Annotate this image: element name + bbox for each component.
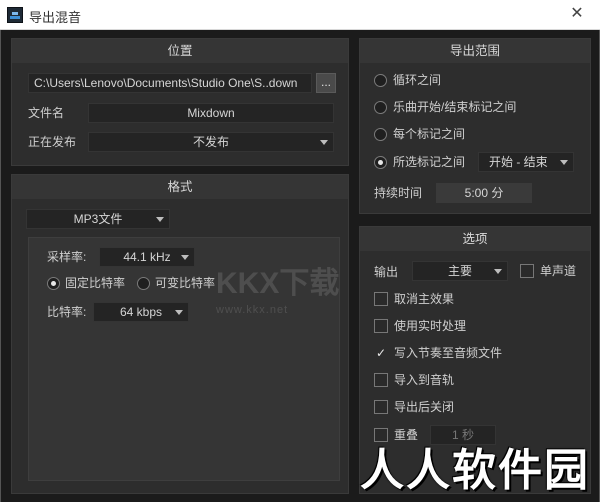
range-label-loop[interactable]: 循环之间 <box>393 72 441 88</box>
range-label-each-marker[interactable]: 每个标记之间 <box>393 126 465 142</box>
chevron-down-icon <box>494 269 502 274</box>
window-title: 导出混音 <box>29 10 82 25</box>
import-to-track-checkbox[interactable] <box>374 373 388 387</box>
path-field[interactable]: C:\Users\Lenovo\Documents\Studio One\S..… <box>28 73 312 93</box>
range-label-selected-markers[interactable]: 所选标记之间 <box>393 154 465 170</box>
fixed-bitrate-radio[interactable] <box>47 277 60 290</box>
chevron-down-icon <box>181 255 189 260</box>
browse-button[interactable]: ... <box>316 73 336 93</box>
mono-checkbox[interactable] <box>520 264 534 278</box>
overlap-input[interactable]: 1 秒 <box>430 425 496 445</box>
chevron-down-icon <box>560 160 568 165</box>
location-panel: 位置 C:\Users\Lenovo\Documents\Studio One\… <box>11 38 349 166</box>
location-header: 位置 <box>12 39 348 63</box>
write-tempo-checkbox[interactable]: ✓ <box>374 346 388 360</box>
options-panel: 选项 输出 主要 单声道 取消主效果 使用实时处理 ✓ 写入节奏至音频文件 导入… <box>359 226 591 494</box>
sample-rate-label: 采样率: <box>47 250 87 264</box>
range-radio-each-marker[interactable] <box>374 128 387 141</box>
marker-range-dropdown[interactable]: 开始 - 结束 <box>478 152 574 172</box>
duration-label: 持续时间 <box>374 186 423 200</box>
import-to-track-label[interactable]: 导入到音轨 <box>394 372 454 388</box>
format-type-dropdown[interactable]: MP3文件 <box>26 209 170 229</box>
bitrate-value: 64 kbps <box>119 305 163 319</box>
realtime-processing-checkbox[interactable] <box>374 319 388 333</box>
mono-label[interactable]: 单声道 <box>540 263 576 279</box>
chevron-down-icon <box>320 140 328 145</box>
disable-master-fx-checkbox[interactable] <box>374 292 388 306</box>
sample-rate-value: 44.1 kHz <box>123 250 171 264</box>
range-label-song[interactable]: 乐曲开始/结束标记之间 <box>393 99 516 115</box>
publish-value: 不发布 <box>192 135 229 149</box>
options-header: 选项 <box>360 227 590 251</box>
export-range-panel: 导出范围 循环之间 乐曲开始/结束标记之间 每个标记之间 所选标记之间 开始 -… <box>359 38 591 214</box>
close-after-export-label[interactable]: 导出后关闭 <box>394 399 454 415</box>
publish-dropdown[interactable]: 不发布 <box>88 132 334 152</box>
range-radio-selected-markers[interactable] <box>374 156 387 169</box>
realtime-processing-label[interactable]: 使用实时处理 <box>394 318 466 334</box>
filename-input[interactable]: Mixdown <box>88 103 334 123</box>
overlap-label[interactable]: 重叠 <box>394 427 418 443</box>
bitrate-label: 比特率: <box>47 305 87 319</box>
write-tempo-label[interactable]: 写入节奏至音频文件 <box>394 345 502 361</box>
close-button[interactable]: ✕ <box>554 0 600 30</box>
publish-label: 正在发布 <box>28 135 77 149</box>
format-settings-subpanel: 采样率: 44.1 kHz 固定比特率 可变比特率 比特率: 64 kbps <box>28 237 340 481</box>
close-icon: ✕ <box>570 5 584 22</box>
disable-master-fx-label[interactable]: 取消主效果 <box>394 291 454 307</box>
sample-rate-dropdown[interactable]: 44.1 kHz <box>99 247 195 267</box>
bitrate-dropdown[interactable]: 64 kbps <box>93 302 189 322</box>
chevron-down-icon <box>156 217 164 222</box>
title-bar: 导出混音 ✕ <box>0 0 600 30</box>
output-value: 主要 <box>447 264 472 278</box>
output-dropdown[interactable]: 主要 <box>412 261 508 281</box>
dialog-body: 位置 C:\Users\Lenovo\Documents\Studio One\… <box>0 30 600 502</box>
close-after-export-checkbox[interactable] <box>374 400 388 414</box>
variable-bitrate-radio[interactable] <box>137 277 150 290</box>
chevron-down-icon <box>175 310 183 315</box>
output-label: 输出 <box>374 265 399 279</box>
format-header: 格式 <box>12 175 348 199</box>
range-radio-song[interactable] <box>374 101 387 114</box>
format-panel: 格式 MP3文件 采样率: 44.1 kHz 固定比特率 可变比特率 比特率: … <box>11 174 349 494</box>
range-radio-loop[interactable] <box>374 74 387 87</box>
variable-bitrate-label[interactable]: 可变比特率 <box>155 275 215 291</box>
duration-value: 5:00 分 <box>436 183 532 203</box>
format-type-value: MP3文件 <box>73 212 123 226</box>
export-range-header: 导出范围 <box>360 39 590 63</box>
marker-range-value: 开始 - 结束 <box>489 155 548 169</box>
app-icon <box>7 7 23 23</box>
fixed-bitrate-label[interactable]: 固定比特率 <box>65 275 125 291</box>
checkmark-icon: ✓ <box>375 346 387 360</box>
filename-label: 文件名 <box>28 106 65 120</box>
overlap-checkbox[interactable] <box>374 428 388 442</box>
